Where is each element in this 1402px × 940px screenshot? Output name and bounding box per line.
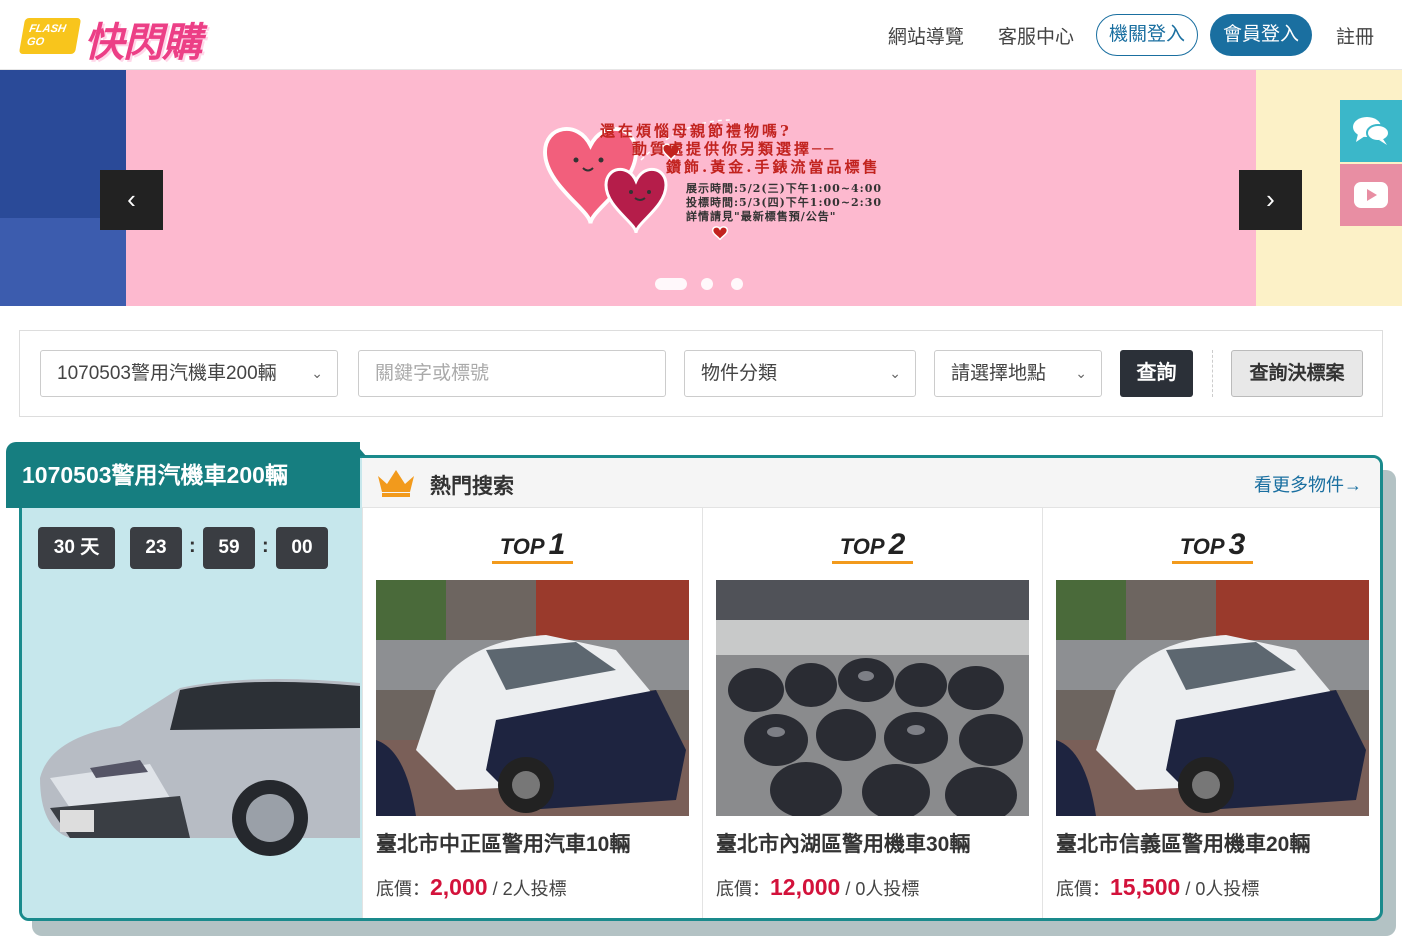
hot-item-card[interactable]: TOP 3 臺北市信義區警用機車20輛 底價：15,500 / 0人投標 bbox=[1042, 508, 1380, 918]
chevron-down-icon: ⌄ bbox=[1075, 365, 1087, 381]
keyword-input[interactable]: 關鍵字或標號 bbox=[358, 350, 666, 397]
site-header: FLASH GO 快閃購 網站導覽 客服中心 機關登入 會員登入 註冊 bbox=[0, 0, 1402, 70]
item-photo bbox=[1056, 580, 1369, 816]
countdown-hours: 23 bbox=[130, 527, 182, 569]
chat-icon bbox=[1353, 117, 1390, 145]
logo-text: 快閃購 bbox=[84, 21, 202, 65]
crown-icon bbox=[378, 470, 414, 497]
query-button[interactable]: 查詢 bbox=[1120, 350, 1193, 397]
chevron-down-icon: ⌄ bbox=[889, 365, 901, 381]
item-price: 底價：12,000 / 0人投標 bbox=[716, 874, 920, 900]
hot-header: 熱門搜索 看更多物件→ bbox=[362, 458, 1380, 508]
top-nav: 網站導覽 客服中心 機關登入 會員登入 註冊 bbox=[854, 14, 1374, 56]
banner-slide[interactable]: 還在煩惱母親節禮物嗎? 動質處提供你另類選擇── 鑽飾.黃金.手錶流當品標售 展… bbox=[126, 70, 1256, 306]
item-price: 底價：15,500 / 0人投標 bbox=[1056, 874, 1260, 900]
carousel-dot-3[interactable] bbox=[731, 278, 743, 290]
hot-item-card[interactable]: TOP 1 臺北市中正區警用汽車10輛 底價：2,000 / 2人投標 bbox=[362, 508, 702, 918]
member-login-button[interactable]: 會員登入 bbox=[1209, 14, 1312, 56]
banner-product-line: 鑽飾.黃金.手錶流當品標售 bbox=[666, 158, 881, 176]
item-photo bbox=[716, 580, 1029, 816]
bid-count: / 0人投標 bbox=[1185, 879, 1260, 899]
category-select-value: 物件分類 bbox=[701, 363, 778, 384]
price-value: 12,000 bbox=[770, 874, 841, 900]
award-results-button[interactable]: 查詢決標案 bbox=[1231, 350, 1363, 397]
youtube-button[interactable] bbox=[1340, 164, 1402, 226]
event-title-tag[interactable]: 1070503警用汽機車200輛 bbox=[6, 442, 360, 508]
event-select-value: 1070503警用汽機車200輛 bbox=[57, 363, 277, 384]
site-logo[interactable]: FLASH GO 快閃購 bbox=[18, 8, 240, 65]
hero-carousel: 還在煩惱母親節禮物嗎? 動質處提供你另類選擇── 鑽飾.黃金.手錶流當品標售 展… bbox=[0, 70, 1402, 306]
carousel-indicators bbox=[655, 278, 761, 290]
rank-label: TOP 3 bbox=[1043, 530, 1380, 564]
location-select-value: 請選擇地點 bbox=[951, 363, 1047, 384]
item-name[interactable]: 臺北市內湖區警用機車30輛 bbox=[716, 828, 970, 858]
item-name[interactable]: 臺北市信義區警用機車20輛 bbox=[1056, 828, 1310, 858]
price-value: 2,000 bbox=[430, 874, 488, 900]
register-link[interactable]: 註冊 bbox=[1336, 22, 1374, 49]
hot-item-card[interactable]: TOP 2 臺北市內湖區警用機車30輛 底價：12,000 / 0人投標 bbox=[702, 508, 1042, 918]
chevron-down-icon: ⌄ bbox=[311, 365, 323, 381]
location-select[interactable]: 請選擇地點 ⌄ bbox=[934, 350, 1102, 397]
chat-button[interactable] bbox=[1340, 100, 1402, 162]
price-value: 15,500 bbox=[1110, 874, 1181, 900]
countdown-separator: : bbox=[262, 535, 269, 557]
rank-label: TOP 2 bbox=[703, 530, 1042, 564]
more-items-link[interactable]: 看更多物件→ bbox=[1254, 471, 1362, 497]
bid-count: / 2人投標 bbox=[492, 879, 567, 899]
logo-badge: FLASH GO bbox=[18, 18, 82, 54]
event-select[interactable]: 1070503警用汽機車200輛 ⌄ bbox=[40, 350, 338, 397]
org-login-button[interactable]: 機關登入 bbox=[1095, 14, 1198, 56]
carousel-next-button[interactable]: › bbox=[1239, 170, 1302, 230]
nav-site-map[interactable]: 網站導覽 bbox=[888, 22, 964, 49]
carousel-prev-button[interactable]: ‹ bbox=[100, 170, 163, 230]
car-image[interactable] bbox=[30, 668, 360, 858]
item-name[interactable]: 臺北市中正區警用汽車10輛 bbox=[376, 828, 630, 858]
banner-details-note: 詳情請見"最新標售預/公告" bbox=[686, 210, 837, 223]
countdown-separator: : bbox=[189, 535, 196, 557]
youtube-icon bbox=[1354, 182, 1388, 208]
search-bar: 1070503警用汽機車200輛 ⌄ 關鍵字或標號 物件分類 ⌄ 請選擇地點 ⌄… bbox=[19, 330, 1383, 417]
item-photo bbox=[376, 580, 689, 816]
countdown-seconds: 00 bbox=[276, 527, 328, 569]
divider bbox=[1212, 350, 1213, 397]
item-price: 底價：2,000 / 2人投標 bbox=[376, 874, 567, 900]
category-select[interactable]: 物件分類 ⌄ bbox=[684, 350, 916, 397]
carousel-dot-2[interactable] bbox=[701, 278, 713, 290]
countdown-days: 30 天 bbox=[38, 527, 115, 569]
bid-count: / 0人投標 bbox=[845, 879, 920, 899]
hot-title: 熱門搜索 bbox=[430, 475, 514, 498]
countdown-minutes: 59 bbox=[203, 527, 255, 569]
nav-customer-service[interactable]: 客服中心 bbox=[998, 22, 1074, 49]
carousel-dot-1[interactable] bbox=[655, 278, 687, 290]
tag-notch bbox=[354, 442, 366, 456]
rank-label: TOP 1 bbox=[363, 530, 702, 564]
